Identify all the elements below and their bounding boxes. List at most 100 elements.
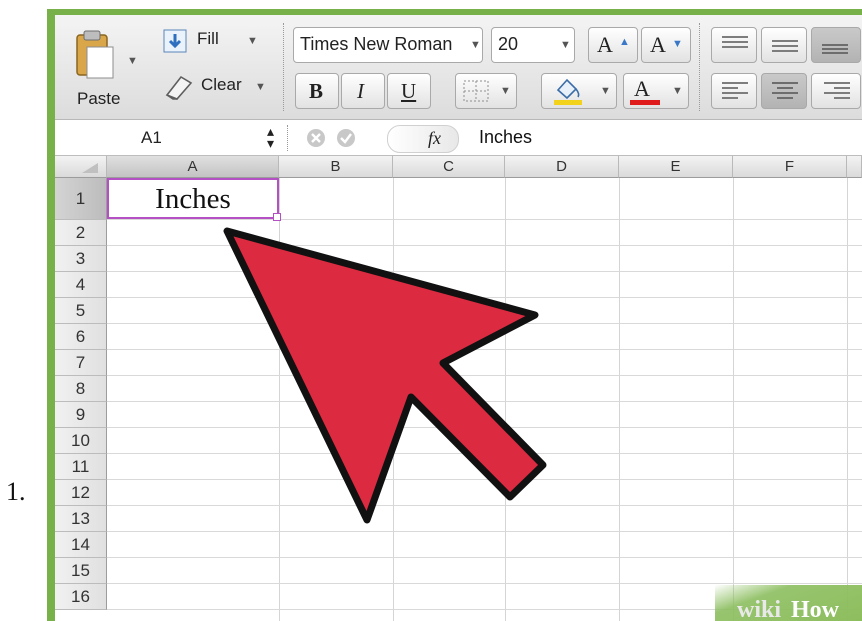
wikihow-watermark: wiki How	[715, 585, 862, 621]
row-header-13[interactable]: 13	[55, 506, 107, 532]
font-name-caret-icon[interactable]: ▼	[470, 39, 481, 51]
shrink-font-button[interactable]: A ▼	[641, 27, 691, 63]
underline-button[interactable]: U	[387, 73, 431, 109]
cell-a1-value: Inches	[155, 183, 231, 215]
row-header-6[interactable]: 6	[55, 324, 107, 350]
ribbon-separator	[283, 23, 284, 111]
align-right-button[interactable]	[811, 73, 861, 109]
align-center-icon	[772, 82, 798, 99]
row-header-5[interactable]: 5	[55, 298, 107, 324]
align-middle-icon	[772, 40, 798, 52]
row-header-8[interactable]: 8	[55, 376, 107, 402]
fx-label: fx	[428, 128, 441, 148]
ribbon-toolbar: ▼ Paste Fill ▼ Clear ▼ Times New Roman ▼	[55, 15, 862, 120]
font-color-swatch	[630, 100, 660, 105]
grow-arrow-icon: ▲	[619, 36, 630, 48]
clear-button[interactable]: Clear ▼	[163, 69, 273, 103]
row-header-12[interactable]: 12	[55, 480, 107, 506]
row-header-14[interactable]: 14	[55, 532, 107, 558]
formula-input[interactable]: Inches	[479, 127, 532, 148]
align-bottom-button[interactable]	[811, 27, 861, 63]
paste-caret-icon[interactable]: ▼	[127, 55, 138, 67]
shrink-font-label: A	[650, 32, 666, 57]
row-divider	[107, 323, 862, 324]
font-size-caret-icon[interactable]: ▼	[560, 39, 571, 51]
row-header-4[interactable]: 4	[55, 272, 107, 298]
align-middle-button[interactable]	[761, 27, 807, 63]
paste-label: Paste	[77, 89, 121, 108]
eraser-icon	[165, 75, 193, 100]
column-header-e[interactable]: E	[619, 156, 733, 178]
font-color-caret-icon[interactable]: ▼	[672, 85, 683, 97]
fill-label: Fill	[197, 29, 219, 48]
bold-button[interactable]: B	[295, 73, 339, 109]
spreadsheet-grid: A B C D E F 1 2 3 4 5 6 7 8 9 10 11 12 1…	[55, 156, 862, 621]
column-header-b[interactable]: B	[279, 156, 393, 178]
underline-label: U	[401, 79, 417, 103]
fill-caret-icon[interactable]: ▼	[247, 35, 258, 47]
align-top-button[interactable]	[711, 27, 757, 63]
grow-font-label: A	[597, 32, 613, 57]
align-center-button[interactable]	[761, 73, 807, 109]
borders-button[interactable]: ▼	[455, 73, 517, 109]
column-header-c[interactable]: C	[393, 156, 505, 178]
font-color-button[interactable]: A ▼	[623, 73, 689, 109]
row-header-15[interactable]: 15	[55, 558, 107, 584]
fill-button[interactable]: Fill ▼	[163, 25, 263, 59]
formula-separator	[287, 125, 289, 151]
row-divider	[107, 505, 862, 506]
borders-icon	[463, 80, 489, 102]
cell-a1[interactable]: Inches	[107, 178, 279, 219]
borders-caret-icon[interactable]: ▼	[500, 85, 511, 97]
fill-color-caret-icon[interactable]: ▼	[600, 85, 611, 97]
row-header-16[interactable]: 16	[55, 584, 107, 610]
clear-label: Clear	[201, 75, 242, 94]
column-header-a[interactable]: A	[107, 156, 279, 178]
fill-color-button[interactable]: ▼	[541, 73, 617, 109]
row-divider	[107, 219, 862, 220]
align-right-icon	[824, 82, 850, 99]
row-header-3[interactable]: 3	[55, 246, 107, 272]
font-name-select[interactable]: Times New Roman ▼	[293, 27, 483, 63]
row-divider	[107, 297, 862, 298]
row-header-9[interactable]: 9	[55, 402, 107, 428]
cancel-icon[interactable]	[305, 127, 327, 149]
row-divider	[107, 375, 862, 376]
name-box[interactable]: A1 ▴ ▾	[55, 121, 274, 155]
select-all-corner[interactable]	[55, 156, 107, 178]
screenshot-frame: ▼ Paste Fill ▼ Clear ▼ Times New Roman ▼	[47, 9, 862, 621]
row-header-2[interactable]: 2	[55, 220, 107, 246]
font-color-label: A	[634, 76, 650, 101]
confirm-icon[interactable]	[335, 127, 357, 149]
align-left-icon	[722, 82, 748, 99]
row-header-11[interactable]: 11	[55, 454, 107, 480]
row-divider	[107, 271, 862, 272]
list-marker: 1.	[6, 477, 26, 506]
row-header-1[interactable]: 1	[55, 178, 107, 220]
shrink-arrow-icon: ▼	[672, 38, 683, 50]
fx-button[interactable]: fx	[387, 125, 459, 153]
row-header-10[interactable]: 10	[55, 428, 107, 454]
row-header-7[interactable]: 7	[55, 350, 107, 376]
spreadsheet-window: ▼ Paste Fill ▼ Clear ▼ Times New Roman ▼	[55, 15, 862, 621]
paste-button[interactable]: ▼ Paste	[71, 25, 138, 113]
font-size-value: 20	[498, 34, 519, 54]
row-divider	[107, 245, 862, 246]
paint-bucket-icon	[554, 78, 582, 105]
formula-bar: A1 ▴ ▾ fx Inches	[55, 121, 862, 156]
align-left-button[interactable]	[711, 73, 757, 109]
grow-font-button[interactable]: A ▲	[588, 27, 638, 63]
row-divider	[107, 349, 862, 350]
name-box-stepper-icon[interactable]: ▴ ▾	[267, 124, 274, 150]
column-header-d[interactable]: D	[505, 156, 619, 178]
column-header-f[interactable]: F	[733, 156, 847, 178]
clear-caret-icon[interactable]: ▼	[255, 81, 266, 93]
italic-button[interactable]: I	[341, 73, 385, 109]
fill-handle[interactable]	[273, 213, 281, 221]
fill-down-icon	[163, 29, 187, 53]
column-header-next[interactable]	[847, 156, 862, 178]
align-top-icon	[722, 36, 748, 48]
font-size-select[interactable]: 20 ▼	[491, 27, 575, 63]
select-all-icon	[82, 163, 98, 173]
row-divider	[107, 583, 862, 584]
